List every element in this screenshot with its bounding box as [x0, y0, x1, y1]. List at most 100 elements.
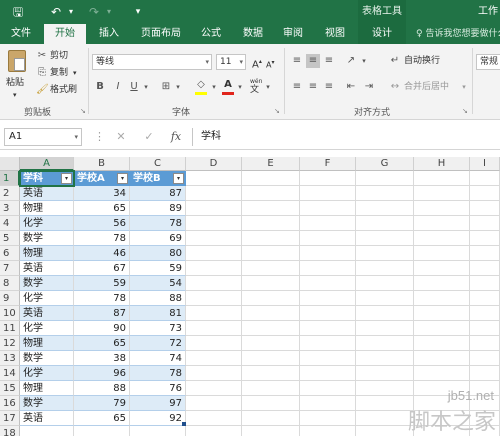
- column-header-b[interactable]: B: [74, 157, 130, 171]
- cell[interactable]: [186, 186, 242, 201]
- cell[interactable]: 数学: [20, 231, 74, 246]
- cell[interactable]: [470, 216, 500, 231]
- column-header-h[interactable]: H: [414, 157, 470, 171]
- cell[interactable]: [300, 336, 356, 351]
- name-box[interactable]: A1 ▾: [4, 128, 82, 146]
- number-format-select[interactable]: 常规: [476, 54, 500, 70]
- copy-icon[interactable]: ⎘: [36, 66, 48, 80]
- cell[interactable]: 65: [74, 201, 130, 216]
- cell[interactable]: [242, 291, 300, 306]
- undo-icon[interactable]: ↶: [48, 4, 64, 20]
- cell[interactable]: [470, 171, 500, 186]
- row-header[interactable]: 14: [0, 366, 20, 381]
- cell[interactable]: [356, 336, 414, 351]
- cell[interactable]: [356, 366, 414, 381]
- underline-button[interactable]: U: [128, 80, 140, 94]
- cell[interactable]: [300, 381, 356, 396]
- font-size-select[interactable]: 11 ▾: [216, 54, 246, 70]
- formula-input[interactable]: 学科: [192, 128, 500, 146]
- cell[interactable]: 96: [74, 366, 130, 381]
- cell[interactable]: [242, 231, 300, 246]
- cell[interactable]: [414, 186, 470, 201]
- cell[interactable]: [300, 246, 356, 261]
- cell[interactable]: 97: [130, 396, 186, 411]
- row-header[interactable]: 3: [0, 201, 20, 216]
- decrease-indent-icon[interactable]: ⇤: [344, 80, 358, 94]
- fill-color-icon[interactable]: ◇: [194, 78, 208, 92]
- cell[interactable]: [186, 336, 242, 351]
- enter-icon[interactable]: ✓: [142, 128, 156, 146]
- cell[interactable]: [470, 231, 500, 246]
- cell[interactable]: [186, 366, 242, 381]
- cut-button[interactable]: 剪切: [50, 49, 68, 63]
- save-icon[interactable]: 🖫: [10, 4, 26, 20]
- cell[interactable]: [356, 216, 414, 231]
- cell[interactable]: 英语: [20, 306, 74, 321]
- insert-function-icon[interactable]: fx: [168, 128, 184, 146]
- cell[interactable]: 73: [130, 321, 186, 336]
- fill-color-dropdown-icon[interactable]: ▾: [210, 80, 218, 94]
- cell[interactable]: 英语: [20, 261, 74, 276]
- filter-dropdown-icon[interactable]: ▾: [61, 173, 72, 184]
- italic-button[interactable]: I: [112, 80, 124, 94]
- cancel-icon[interactable]: ✕: [114, 128, 128, 146]
- cell[interactable]: [470, 306, 500, 321]
- tab-design[interactable]: 设计: [358, 24, 406, 44]
- cell[interactable]: [300, 276, 356, 291]
- cell[interactable]: 89: [130, 201, 186, 216]
- cell[interactable]: [414, 306, 470, 321]
- font-launcher-icon[interactable]: ↘: [274, 107, 280, 115]
- row-header[interactable]: 9: [0, 291, 20, 306]
- cell[interactable]: [186, 411, 242, 426]
- cell[interactable]: [300, 216, 356, 231]
- cell[interactable]: [300, 366, 356, 381]
- cell[interactable]: [470, 246, 500, 261]
- cell[interactable]: [414, 171, 470, 186]
- cell[interactable]: [186, 216, 242, 231]
- cell[interactable]: [300, 261, 356, 276]
- row-header[interactable]: 4: [0, 216, 20, 231]
- cell[interactable]: [300, 306, 356, 321]
- customize-toolbar-icon[interactable]: ▾: [132, 4, 144, 20]
- row-header[interactable]: 6: [0, 246, 20, 261]
- align-middle-icon[interactable]: ≡: [306, 54, 320, 68]
- tell-me-search[interactable]: ♀ 告诉我您想要做什么: [416, 24, 500, 44]
- cell[interactable]: [300, 171, 356, 186]
- cell[interactable]: 化学: [20, 321, 74, 336]
- cell[interactable]: [242, 396, 300, 411]
- tab-view[interactable]: 视图: [318, 24, 352, 44]
- cell[interactable]: [300, 291, 356, 306]
- row-header[interactable]: 8: [0, 276, 20, 291]
- paste-icon[interactable]: [8, 50, 26, 72]
- cell[interactable]: [356, 351, 414, 366]
- cell[interactable]: [242, 366, 300, 381]
- copy-button[interactable]: 复制: [50, 66, 68, 80]
- cell[interactable]: [356, 201, 414, 216]
- cell[interactable]: [414, 321, 470, 336]
- row-header[interactable]: 5: [0, 231, 20, 246]
- cell[interactable]: [470, 291, 500, 306]
- cell[interactable]: [20, 426, 74, 436]
- filter-dropdown-icon[interactable]: ▾: [173, 173, 184, 184]
- wrap-text-button[interactable]: 自动换行: [404, 54, 440, 68]
- row-header[interactable]: 11: [0, 321, 20, 336]
- cell[interactable]: [356, 291, 414, 306]
- font-color-dropdown-icon[interactable]: ▾: [236, 80, 244, 94]
- row-header[interactable]: 13: [0, 351, 20, 366]
- column-header-d[interactable]: D: [186, 157, 242, 171]
- tab-insert[interactable]: 插入: [92, 24, 126, 44]
- cell[interactable]: 数学: [20, 396, 74, 411]
- cell[interactable]: 78: [130, 216, 186, 231]
- column-header-i[interactable]: I: [470, 157, 500, 171]
- cell[interactable]: [300, 396, 356, 411]
- align-bottom-icon[interactable]: ≡: [322, 54, 336, 68]
- cell[interactable]: [414, 276, 470, 291]
- cell[interactable]: [242, 186, 300, 201]
- cell[interactable]: 92: [130, 411, 186, 426]
- cell[interactable]: 81: [130, 306, 186, 321]
- filter-dropdown-icon[interactable]: ▾: [117, 173, 128, 184]
- cell[interactable]: [242, 171, 300, 186]
- cell[interactable]: 87: [74, 306, 130, 321]
- align-right-icon[interactable]: ≡: [322, 80, 336, 94]
- cell[interactable]: [356, 171, 414, 186]
